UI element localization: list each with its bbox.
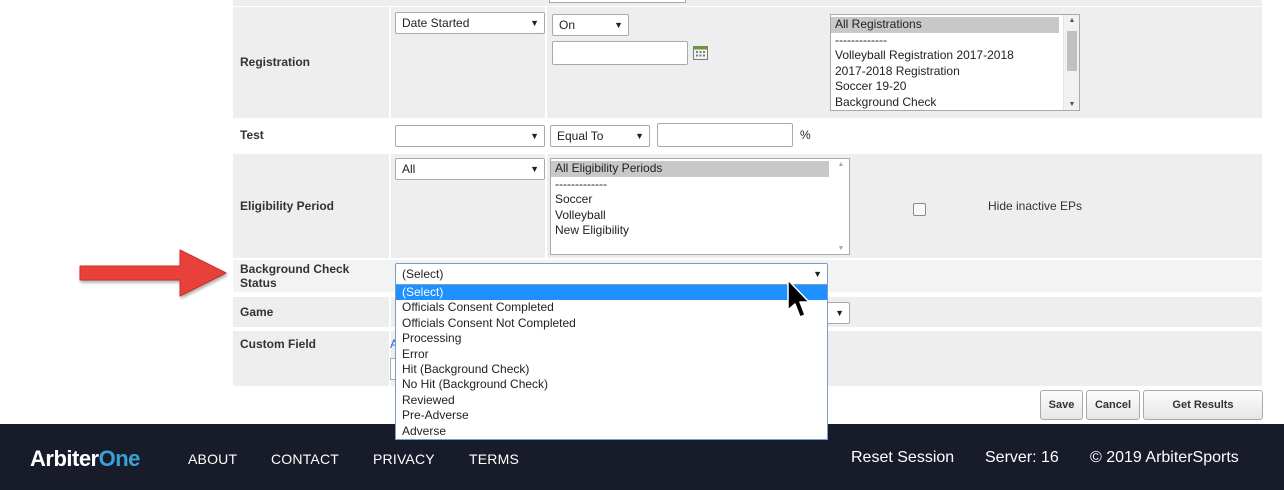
col-divider — [389, 7, 391, 118]
background-check-dropdown[interactable]: (Select) Officials Consent Completed Off… — [395, 284, 828, 440]
registration-date-type-select[interactable]: Date Started ▼ — [395, 12, 545, 34]
chevron-down-icon: ▼ — [813, 269, 822, 279]
top-input-remnant — [549, 0, 686, 3]
list-item[interactable]: New Eligibility — [551, 223, 849, 239]
eligibility-label: Eligibility Period — [240, 199, 335, 213]
background-check-value: (Select) — [402, 267, 444, 281]
scroll-thumb[interactable] — [1067, 31, 1077, 71]
hide-inactive-checkbox[interactable] — [913, 203, 926, 216]
test-comparator-select[interactable]: Equal To ▼ — [550, 125, 650, 147]
eligibility-filter-select[interactable]: All ▼ — [395, 158, 545, 180]
eligibility-listbox[interactable]: All Eligibility Periods ------------- So… — [550, 158, 850, 255]
footer-link-contact[interactable]: CONTACT — [271, 451, 339, 467]
test-select[interactable]: ▼ — [395, 125, 545, 147]
cancel-button[interactable]: Cancel — [1086, 390, 1140, 420]
chevron-down-icon: ▼ — [530, 164, 539, 174]
list-item[interactable]: All Registrations — [831, 17, 1059, 33]
custom-field-label: Custom Field — [240, 337, 317, 351]
dropdown-option[interactable]: Officials Consent Not Completed — [396, 316, 827, 331]
dropdown-option[interactable]: No Hit (Background Check) — [396, 377, 827, 392]
test-score-input[interactable] — [657, 123, 793, 147]
test-comparator-value: Equal To — [557, 129, 604, 143]
registration-date-type-value: Date Started — [402, 16, 470, 30]
server-label: Server: 16 — [985, 449, 1059, 466]
dropdown-option[interactable]: Hit (Background Check) — [396, 362, 827, 377]
top-row-remnant — [233, 0, 1262, 6]
chevron-down-icon: ▼ — [530, 18, 539, 28]
registration-label: Registration — [240, 55, 311, 69]
dropdown-option[interactable]: Adverse — [396, 424, 827, 439]
footer-link-about[interactable]: ABOUT — [188, 451, 237, 467]
chevron-down-icon: ▼ — [635, 131, 644, 141]
test-label: Test — [240, 128, 264, 142]
list-item[interactable]: ------------- — [831, 33, 1079, 49]
dropdown-option[interactable]: Processing — [396, 331, 827, 346]
registration-comparator-value: On — [559, 18, 576, 32]
logo-accent: One — [98, 446, 141, 471]
scrollbar[interactable]: ▲ ▼ — [833, 159, 849, 254]
registration-comparator-select[interactable]: On ▼ — [552, 14, 629, 36]
list-item[interactable]: Volleyball Registration 2017-2018 — [831, 48, 1079, 64]
percent-unit: % — [800, 128, 811, 142]
dropdown-option[interactable]: Officials Consent Completed — [396, 300, 827, 315]
col-divider — [389, 297, 391, 327]
game-label: Game — [240, 305, 274, 319]
logo-primary: Arbiter — [30, 446, 99, 471]
background-check-select[interactable]: (Select) ▼ — [395, 263, 828, 285]
registration-row — [233, 7, 1262, 118]
list-item[interactable]: Soccer — [551, 192, 849, 208]
list-item[interactable]: Background Check — [831, 95, 1079, 111]
list-item[interactable]: Soccer 19-20 — [831, 79, 1079, 95]
col-divider — [545, 7, 547, 118]
dropdown-option[interactable]: (Select) — [396, 285, 827, 301]
copyright: © 2019 ArbiterSports — [1090, 449, 1239, 466]
chevron-down-icon: ▼ — [614, 20, 623, 30]
dropdown-option[interactable]: Reviewed — [396, 393, 827, 408]
eligibility-filter-value: All — [402, 162, 416, 176]
background-check-label: Background Check Status — [240, 262, 350, 290]
red-arrow — [74, 244, 234, 300]
footer-link-terms[interactable]: TERMS — [469, 451, 519, 467]
footer-link-privacy[interactable]: PRIVACY — [373, 451, 435, 467]
registration-date-input[interactable] — [552, 41, 688, 65]
calendar-icon[interactable] — [693, 45, 708, 60]
scroll-up-icon[interactable]: ▲ — [1064, 17, 1079, 24]
scroll-up-icon[interactable]: ▲ — [833, 161, 849, 168]
registration-listbox[interactable]: All Registrations ------------- Volleyba… — [830, 14, 1080, 111]
chevron-down-icon: ▼ — [530, 131, 539, 141]
col-divider — [545, 154, 547, 258]
chevron-down-icon: ▼ — [835, 308, 844, 318]
arbiterone-logo[interactable]: ArbiterOne — [30, 446, 140, 472]
list-item[interactable]: Volleyball — [551, 208, 849, 224]
mouse-pointer — [786, 279, 812, 321]
dropdown-option[interactable]: Pre-Adverse — [396, 408, 827, 423]
dropdown-option[interactable]: Error — [396, 347, 827, 362]
col-divider — [389, 154, 391, 258]
list-item[interactable]: ------------- — [551, 177, 849, 193]
reset-session-link[interactable]: Reset Session — [851, 449, 954, 467]
list-item[interactable]: 2017-2018 Registration — [831, 64, 1079, 80]
scroll-down-icon[interactable]: ▼ — [833, 245, 849, 252]
scrollbar[interactable]: ▲ ▼ — [1063, 15, 1079, 110]
save-button[interactable]: Save — [1040, 390, 1083, 420]
get-results-button[interactable]: Get Results — [1143, 390, 1263, 420]
hide-inactive-label: Hide inactive EPs — [988, 199, 1083, 213]
scroll-down-icon[interactable]: ▼ — [1064, 101, 1079, 108]
list-item[interactable]: All Eligibility Periods — [551, 161, 829, 177]
